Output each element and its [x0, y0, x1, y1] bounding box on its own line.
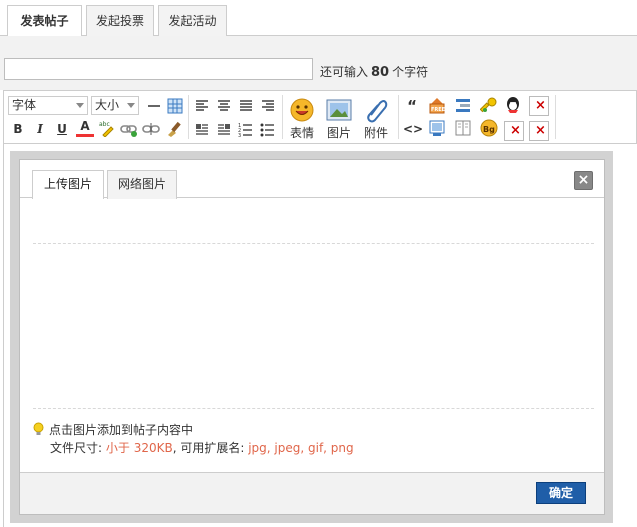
image-icon — [326, 97, 352, 123]
divider — [33, 408, 594, 409]
font-family-select[interactable]: 字体 — [8, 96, 88, 115]
unlink-icon[interactable] — [142, 120, 160, 138]
image-upload-dialog: 上传图片 网络图片 × 点击图片添加到帖子内容中 文件尺寸: 小于 320KB,… — [19, 159, 605, 515]
quote-button[interactable]: “ — [403, 97, 421, 115]
table-icon[interactable] — [166, 97, 184, 115]
unordered-list-icon[interactable] — [259, 120, 277, 138]
confirm-button[interactable]: 确定 — [536, 482, 586, 504]
size-prefix: 文件尺寸: — [50, 441, 103, 455]
hide-content-icon[interactable] — [454, 96, 472, 114]
horizontal-rule-icon[interactable] — [145, 97, 163, 115]
dialog-tabs: 上传图片 网络图片 × — [20, 160, 604, 199]
align-center-icon[interactable] — [215, 97, 233, 115]
font-size-select[interactable]: 大小 — [91, 96, 139, 115]
ordered-list-icon[interactable]: 123 — [237, 120, 255, 138]
background-icon[interactable]: Bg — [480, 119, 498, 137]
attachment-button[interactable]: 附件 — [359, 97, 393, 141]
broken-image-icon[interactable] — [529, 121, 549, 141]
password-key-icon[interactable] — [480, 96, 498, 114]
subject-input[interactable] — [4, 58, 313, 80]
bold-button[interactable]: B — [9, 120, 27, 138]
font-family-select-label: 字体 — [12, 98, 37, 112]
close-icon[interactable]: × — [574, 171, 593, 190]
smiley-icon — [289, 97, 315, 123]
char-counter: 还可输入 80 个字符 — [320, 63, 428, 80]
underline-button[interactable]: U — [53, 120, 71, 138]
broken-image-icon[interactable] — [504, 121, 524, 141]
counter-prefix: 还可输入 — [320, 65, 369, 79]
highlight-icon[interactable]: abc — [98, 119, 116, 137]
tab-new-post[interactable]: 发表帖子 — [7, 5, 82, 37]
svg-text:Bg: Bg — [483, 125, 495, 134]
dialog-footer: 确定 — [20, 472, 604, 514]
tab-web-image[interactable]: 网络图片 — [107, 170, 177, 199]
attachment-label: 附件 — [363, 126, 388, 140]
size-value: 小于 320KB — [105, 441, 173, 455]
font-color-button[interactable]: A — [76, 119, 94, 137]
font-size-select-label: 大小 — [95, 98, 120, 112]
tab-upload-image[interactable]: 上传图片 — [32, 170, 104, 199]
chevron-down-icon — [127, 103, 135, 108]
align-left-icon[interactable] — [193, 97, 211, 115]
tab-new-event[interactable]: 发起活动 — [158, 5, 227, 37]
ext-value: jpg, jpeg, gif, png — [248, 441, 354, 455]
image-label: 图片 — [326, 126, 351, 140]
toolbar-separator — [282, 95, 283, 139]
broken-image-icon[interactable] — [529, 96, 549, 116]
ext-prefix: , 可用扩展名: — [172, 441, 245, 455]
chevron-down-icon — [76, 103, 84, 108]
float-left-icon[interactable] — [193, 120, 211, 138]
code-button[interactable]: <> — [403, 120, 423, 138]
counter-suffix: 个字符 — [392, 65, 429, 79]
file-limits: 文件尺寸: 小于 320KB, 可用扩展名: jpg, jpeg, gif, p… — [50, 439, 354, 456]
toolbar-separator — [555, 95, 556, 139]
svg-text:3: 3 — [238, 133, 241, 138]
align-justify-icon[interactable] — [237, 97, 255, 115]
upload-hint-text: 点击图片添加到帖子内容中 — [49, 423, 194, 437]
float-right-icon[interactable] — [215, 120, 233, 138]
free-icon[interactable]: FREE — [428, 96, 446, 114]
qq-icon[interactable] — [504, 96, 522, 114]
image-button[interactable]: 图片 — [322, 97, 356, 141]
smiley-button[interactable]: 表情 — [285, 97, 319, 141]
italic-button[interactable]: I — [31, 120, 49, 138]
editor-toolbar: 字体 大小 B I U A abc 123 表情 图片 附件 “ FREE × … — [3, 90, 637, 144]
paperclip-icon — [363, 97, 389, 123]
page-break-icon[interactable] — [454, 119, 472, 137]
flash-media-icon[interactable] — [428, 119, 446, 137]
counter-value: 80 — [371, 65, 390, 80]
svg-text:FREE: FREE — [431, 107, 446, 113]
post-type-tabs: 发表帖子 发起投票 发起活动 — [0, 0, 637, 37]
toolbar-separator — [188, 95, 189, 139]
smiley-label: 表情 — [289, 126, 314, 140]
divider — [33, 243, 594, 244]
tab-new-poll[interactable]: 发起投票 — [86, 5, 154, 37]
lightbulb-icon — [32, 422, 45, 436]
upload-hint: 点击图片添加到帖子内容中 — [32, 421, 193, 438]
toolbar-separator — [398, 95, 399, 139]
subject-row: 还可输入 80 个字符 — [0, 36, 637, 90]
clear-format-brush-icon[interactable] — [165, 119, 183, 137]
align-right-icon[interactable] — [259, 97, 277, 115]
link-icon[interactable] — [120, 120, 138, 138]
svg-text:abc: abc — [99, 121, 110, 128]
